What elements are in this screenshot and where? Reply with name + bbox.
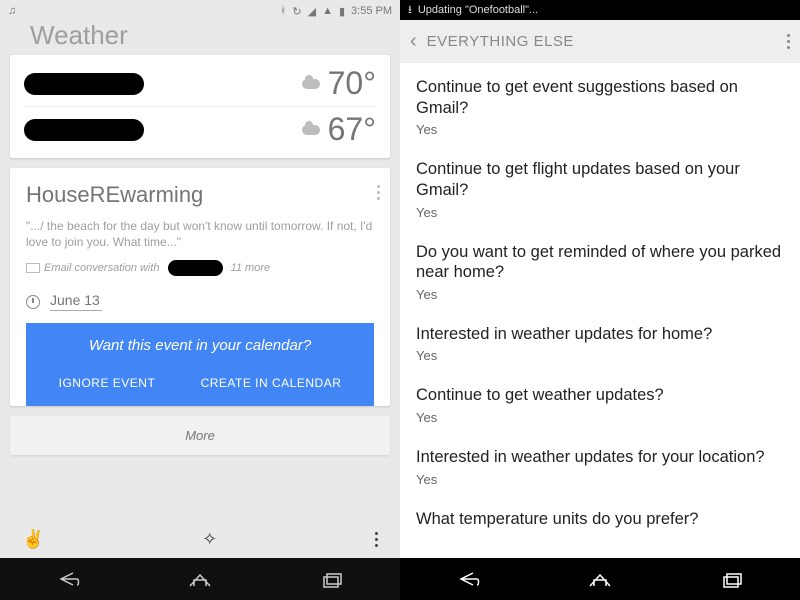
temperature-value: 70° — [328, 65, 376, 102]
setting-question: Interested in weather updates for your l… — [416, 447, 784, 468]
temperature-value: 67° — [328, 111, 376, 148]
event-date-row[interactable]: June 13 — [26, 288, 374, 323]
status-time: 3:55 PM — [351, 5, 392, 17]
settings-item[interactable]: Interested in weather updates for your l… — [400, 437, 800, 499]
bottom-toolbar: ✌ ✧ — [0, 521, 400, 558]
status-text: Updating "Onefootball"... — [418, 4, 538, 16]
setting-value: Yes — [416, 472, 784, 487]
settings-title: EVERYTHING ELSE — [427, 33, 777, 50]
setting-question: Continue to get event suggestions based … — [416, 77, 784, 118]
overflow-menu-button[interactable] — [787, 34, 790, 49]
nav-bar — [400, 558, 800, 600]
redacted-name — [168, 260, 223, 276]
meta-suffix: 11 more — [231, 262, 271, 274]
recent-nav-icon[interactable] — [719, 570, 747, 588]
create-in-calendar-button[interactable]: CREATE IN CALENDAR — [197, 370, 346, 396]
calendar-prompt: Want this event in your calendar? IGNORE… — [26, 323, 374, 406]
setting-question: What temperature units do you prefer? — [416, 509, 784, 530]
settings-item[interactable]: What temperature units do you prefer? — [400, 499, 800, 530]
status-bar-right: ⭳ Updating "Onefootball"... — [400, 0, 800, 20]
settings-item[interactable]: Interested in weather updates for home? … — [400, 314, 800, 376]
download-icon: ⭳ — [408, 1, 412, 20]
weather-row-2[interactable]: 67° — [24, 106, 376, 152]
setting-question: Do you want to get reminded of where you… — [416, 242, 784, 283]
event-date[interactable]: June 13 — [50, 292, 102, 311]
calendar-prompt-text: Want this event in your calendar? — [36, 337, 364, 354]
settings-item[interactable]: Continue to get weather updates? Yes — [400, 375, 800, 437]
bluetooth-icon: ᚼ — [280, 5, 287, 17]
event-source[interactable]: Email conversation with 11 more — [26, 260, 374, 276]
settings-item[interactable]: Continue to get event suggestions based … — [400, 67, 800, 149]
card-menu-button[interactable] — [377, 182, 380, 200]
signal-icon: ▲ — [322, 5, 333, 17]
wifi-icon: ◢ — [308, 5, 316, 18]
settings-item[interactable]: Do you want to get reminded of where you… — [400, 232, 800, 314]
settings-header: ‹ EVERYTHING ELSE — [400, 20, 800, 63]
settings-item[interactable]: Continue to get flight updates based on … — [400, 149, 800, 231]
back-nav-icon[interactable] — [453, 570, 481, 588]
setting-value: Yes — [416, 205, 784, 220]
sync-icon: ↻ — [292, 5, 301, 18]
back-nav-icon[interactable] — [53, 570, 81, 588]
cloud-icon — [302, 125, 320, 135]
headphone-icon: ♫ — [8, 5, 16, 17]
setting-value: Yes — [416, 410, 784, 425]
meta-prefix: Email conversation with — [44, 262, 160, 274]
more-button[interactable]: More — [10, 416, 390, 455]
google-now-settings-screen: ⭳ Updating "Onefootball"... ‹ EVERYTHING… — [400, 0, 800, 600]
page-title: Weather — [0, 20, 400, 55]
redacted-location — [24, 73, 144, 95]
home-nav-icon[interactable] — [586, 570, 614, 588]
home-nav-icon[interactable] — [186, 570, 214, 588]
google-now-screen: ♫ ᚼ ↻ ◢ ▲ ▮ 3:55 PM Weather 70° 67° — [0, 0, 400, 600]
event-snippet: ".../ the beach for the day but won't kn… — [26, 218, 374, 250]
setting-value: Yes — [416, 348, 784, 363]
recent-nav-icon[interactable] — [319, 570, 347, 588]
weather-row-1[interactable]: 70° — [24, 61, 376, 106]
cloud-icon — [302, 79, 320, 89]
setting-question: Continue to get flight updates based on … — [416, 159, 784, 200]
nav-bar — [0, 558, 400, 600]
ignore-event-button[interactable]: IGNORE EVENT — [55, 370, 160, 396]
clock-icon — [26, 295, 40, 309]
setting-question: Continue to get weather updates? — [416, 385, 784, 406]
reminder-icon[interactable]: ✌ — [22, 529, 44, 550]
setting-value: Yes — [416, 287, 784, 302]
setting-value: Yes — [416, 122, 784, 137]
settings-list[interactable]: Continue to get event suggestions based … — [400, 63, 800, 558]
mail-icon — [26, 263, 40, 273]
overflow-menu-button[interactable] — [375, 532, 378, 547]
magic-wand-icon[interactable]: ✧ — [202, 529, 217, 550]
back-button[interactable]: ‹ — [410, 30, 417, 53]
event-card: HouseREwarming ".../ the beach for the d… — [10, 168, 390, 406]
redacted-location — [24, 119, 144, 141]
weather-card[interactable]: 70° 67° — [10, 55, 390, 158]
setting-question: Interested in weather updates for home? — [416, 324, 784, 345]
status-bar-left: ♫ ᚼ ↻ ◢ ▲ ▮ 3:55 PM — [0, 0, 400, 22]
battery-icon: ▮ — [339, 5, 345, 18]
event-title: HouseREwarming — [26, 182, 374, 208]
